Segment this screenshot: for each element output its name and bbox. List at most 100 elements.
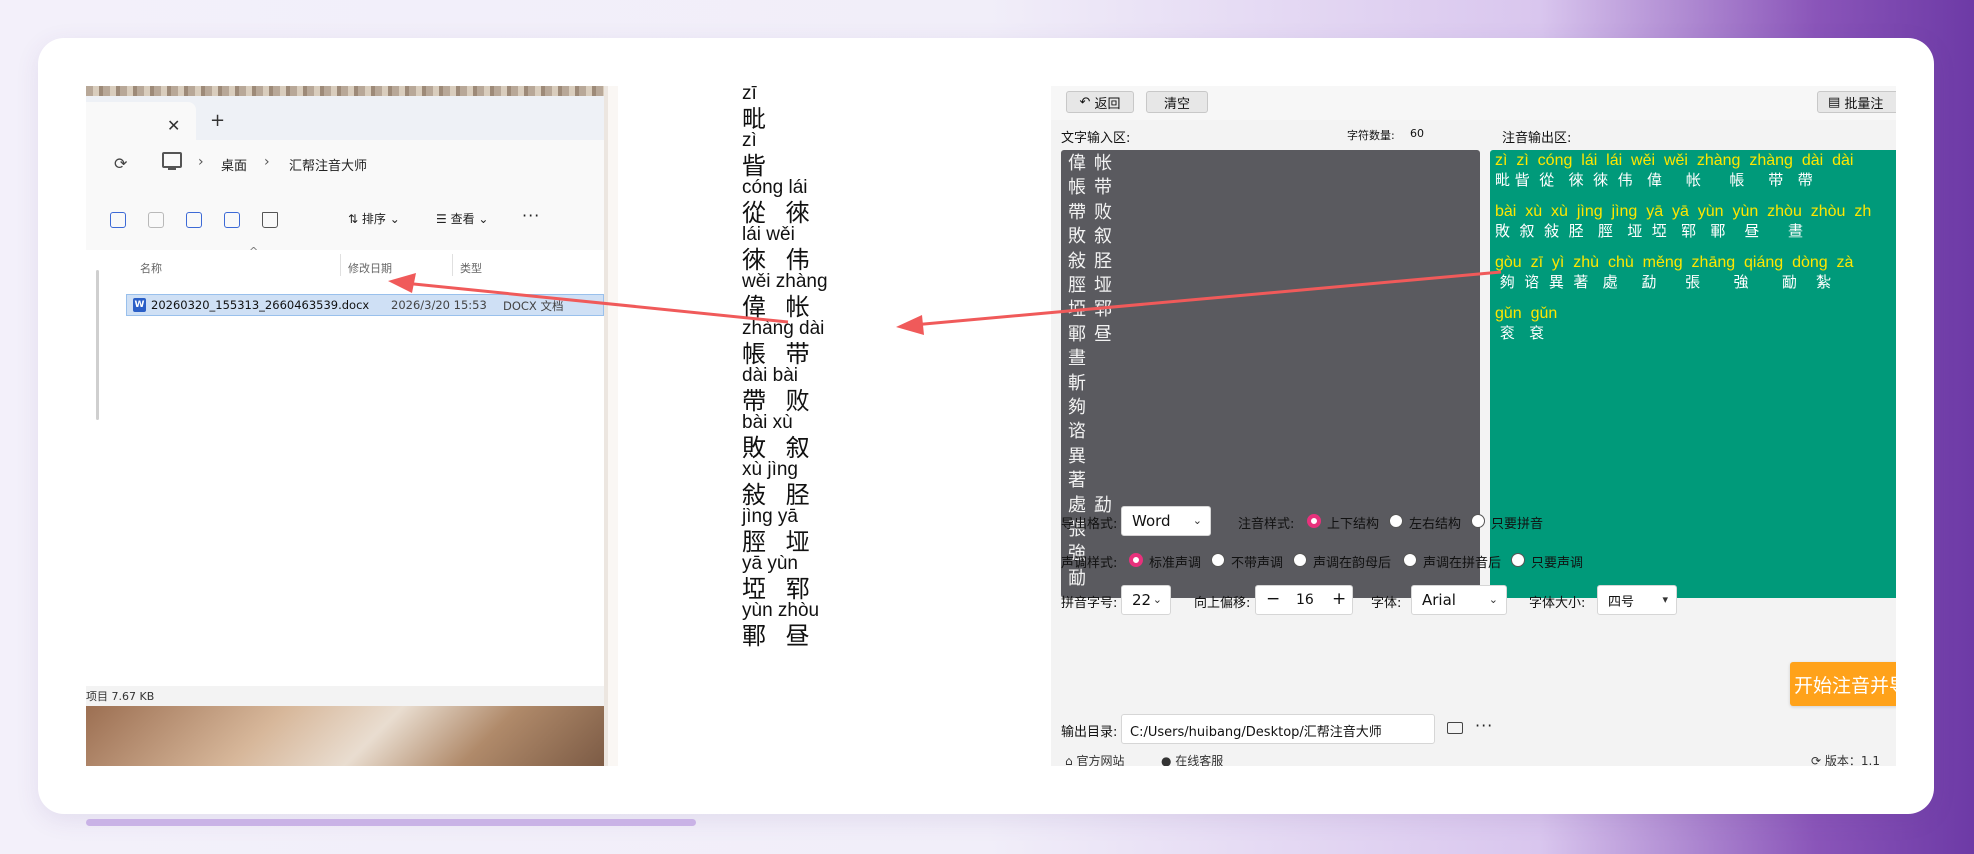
radio-pinyin-only[interactable] <box>1471 514 1485 528</box>
font-size-select[interactable]: 四号 ▾ <box>1597 585 1677 615</box>
column-header-name[interactable]: 名称 <box>140 260 162 276</box>
sort-caret-icon: ^ <box>249 245 259 258</box>
export-format-select[interactable]: Word ⌄ <box>1121 506 1211 536</box>
doc-pinyin-line: wěi zhàng <box>742 271 828 292</box>
file-row-selected[interactable]: W 20260320_155313_2660463539.docx 2026/3… <box>126 294 604 316</box>
refresh-icon[interactable]: ⟳ <box>114 154 127 173</box>
word-document-page: zī 毗 zì 眥 cóng lái 從 徠 lái wěi 徠 伟 wěi zhàng 偉 … <box>618 86 1038 766</box>
start-annotate-export-button[interactable]: 开始注音并导出 <box>1790 662 1896 706</box>
input-char: 帶 <box>1068 201 1086 223</box>
input-char: 著 <box>1068 470 1086 492</box>
font-select[interactable]: Arial ⌄ <box>1411 585 1507 615</box>
folder-icon[interactable] <box>1447 722 1463 734</box>
radio-tone-only[interactable] <box>1511 553 1525 567</box>
breadcrumb-desktop[interactable]: 桌面 <box>221 155 247 174</box>
pinyin-size-label: 拼音字号: <box>1061 596 1118 611</box>
new-tab-button[interactable]: + <box>210 110 225 131</box>
doc-hanzi-line: 帳 带 <box>742 340 816 368</box>
radio-tone-after-final[interactable] <box>1293 553 1307 567</box>
offset-minus-button[interactable]: − <box>1266 589 1280 609</box>
radio-tone-after-pinyin[interactable] <box>1403 553 1417 567</box>
size-options-row: 拼音字号: 22 ⌄ 向上偏移: − 16 + 字体: Arial ⌄ 字体大小: … <box>1051 585 1896 615</box>
caret-down-icon: ▾ <box>1662 593 1668 606</box>
output-area-label: 注音输出区: <box>1502 131 1572 146</box>
pinyin-size-select[interactable]: 22 ⌄ <box>1121 585 1171 615</box>
output-dir-input[interactable]: C:/Users/huibang/Desktop/汇帮注音大师 <box>1121 714 1435 744</box>
doc-hanzi-line: 鄆 昼 <box>742 622 816 650</box>
close-icon[interactable]: ✕ <box>167 116 180 135</box>
column-header-type[interactable]: 类型 <box>460 260 482 276</box>
doc-pinyin-line: lái wěi <box>742 224 795 245</box>
input-char: 異 <box>1068 445 1086 467</box>
file-explorer-window: ✕ + ⟳ › 桌面 › 汇帮注音大师 ⇅ 排序 ⌄ ☰ 查看 ⌄ ··· ^ … <box>86 86 604 766</box>
input-char: 敗 <box>1068 226 1086 248</box>
radio-top-bottom-label[interactable]: 上下结构 <box>1327 513 1379 532</box>
doc-hanzi-line: 敗 叙 <box>742 434 816 462</box>
chevron-down-icon: ⌄ <box>1192 514 1202 527</box>
radio-tone-after-pinyin-label[interactable]: 声调在拼音后 <box>1423 552 1501 571</box>
clear-button[interactable]: 清空 <box>1146 91 1208 113</box>
computer-icon[interactable] <box>162 152 182 170</box>
more-options-button[interactable]: ··· <box>522 206 540 225</box>
export-format-label: 导出格式: <box>1061 517 1118 532</box>
input-char: 晝 <box>1068 348 1086 370</box>
batch-annotate-button[interactable]: ▤ 批量注 <box>1817 91 1896 113</box>
official-site-link[interactable]: ⌂ 官方网站 <box>1065 752 1124 766</box>
radio-tone-after-final-label[interactable]: 声调在韵母后 <box>1313 552 1391 571</box>
copy-icon[interactable] <box>110 212 126 228</box>
paste-icon[interactable] <box>148 212 164 228</box>
radio-tone-standard-label[interactable]: 标准声调 <box>1149 552 1201 571</box>
doc-hanzi-line: 從 徠 <box>742 199 816 227</box>
export-options-row: 导出格式: Word ⌄ 注音样式: 上下结构 左右结构 只要拼音 <box>1051 506 1896 536</box>
doc-hanzi-line: 敍 胫 <box>742 481 816 509</box>
input-char: 斬 <box>1068 372 1086 394</box>
input-char: 夠 <box>1068 397 1086 418</box>
radio-tone-only-label[interactable]: 只要声调 <box>1531 552 1583 571</box>
version-text: 版本：1.1 <box>1824 754 1880 766</box>
input-char: 郓 <box>1094 299 1112 321</box>
export-format-value: Word <box>1132 512 1171 530</box>
nav-pane-scrollbar[interactable] <box>96 270 99 420</box>
font-value: Arial <box>1422 591 1456 609</box>
output-dir-label: 输出目录: <box>1061 725 1118 740</box>
more-options-button[interactable]: ··· <box>1475 716 1493 735</box>
radio-tone-none[interactable] <box>1211 553 1225 567</box>
offset-label: 向上偏移: <box>1194 596 1251 611</box>
share-icon[interactable] <box>224 212 240 228</box>
delete-icon[interactable] <box>262 212 278 228</box>
input-char: 帐 <box>1094 153 1112 174</box>
output-hanzi-line: 衮 袞 <box>1495 324 1545 342</box>
offset-plus-button[interactable]: + <box>1332 589 1346 609</box>
annot-style-label: 注音样式: <box>1238 517 1295 532</box>
annotation-app-window: ↶ 返回 清空 ▤ 批量注 文字输入区: 字符数量: 60 注音输出区: 偉帳帶… <box>1051 86 1896 766</box>
radio-left-right-label[interactable]: 左右结构 <box>1409 513 1461 532</box>
radio-top-bottom[interactable] <box>1307 514 1321 528</box>
file-type: DOCX 文档 <box>503 299 564 313</box>
input-char: 帳 <box>1068 177 1086 199</box>
view-label: 查看 <box>450 212 475 226</box>
offset-stepper[interactable]: − 16 + <box>1255 585 1353 615</box>
radio-tone-standard[interactable] <box>1129 553 1143 567</box>
radio-left-right[interactable] <box>1389 514 1403 528</box>
input-char: 脛 <box>1068 275 1086 296</box>
explorer-tab[interactable]: ✕ <box>86 102 196 140</box>
breadcrumb-folder[interactable]: 汇帮注音大师 <box>289 155 367 174</box>
font-label: 字体: <box>1371 596 1402 611</box>
column-header-date[interactable]: 修改日期 <box>348 260 392 276</box>
back-button[interactable]: ↶ 返回 <box>1066 91 1134 113</box>
app-top-bar: ↶ 返回 清空 ▤ 批量注 <box>1051 86 1896 120</box>
address-bar: ⟳ › 桌面 › 汇帮注音大师 <box>86 140 604 191</box>
radio-pinyin-only-label[interactable]: 只要拼音 <box>1491 513 1543 532</box>
output-hanzi-line: 敗 叙 敍 胫 脛 垭 埡 郓 鄆 昼 晝 <box>1495 222 1832 240</box>
input-char: 败 <box>1094 201 1112 223</box>
char-count-label: 字符数量: <box>1347 129 1395 142</box>
rename-icon[interactable] <box>186 212 202 228</box>
sort-button[interactable]: ⇅ 排序 ⌄ <box>348 210 400 227</box>
view-button[interactable]: ☰ 查看 ⌄ <box>436 210 488 227</box>
tone-style-label: 声调样式: <box>1061 556 1118 571</box>
radio-tone-none-label[interactable]: 不带声调 <box>1231 552 1283 571</box>
output-hanzi-line: 夠 谘 異 著 處 勐 張 強 勔 紮 <box>1495 273 1831 291</box>
font-size-value: 四号 <box>1608 594 1635 610</box>
doc-hanzi-line: 帶 败 <box>742 387 816 415</box>
online-support-link[interactable]: ● 在线客服 <box>1161 752 1223 766</box>
